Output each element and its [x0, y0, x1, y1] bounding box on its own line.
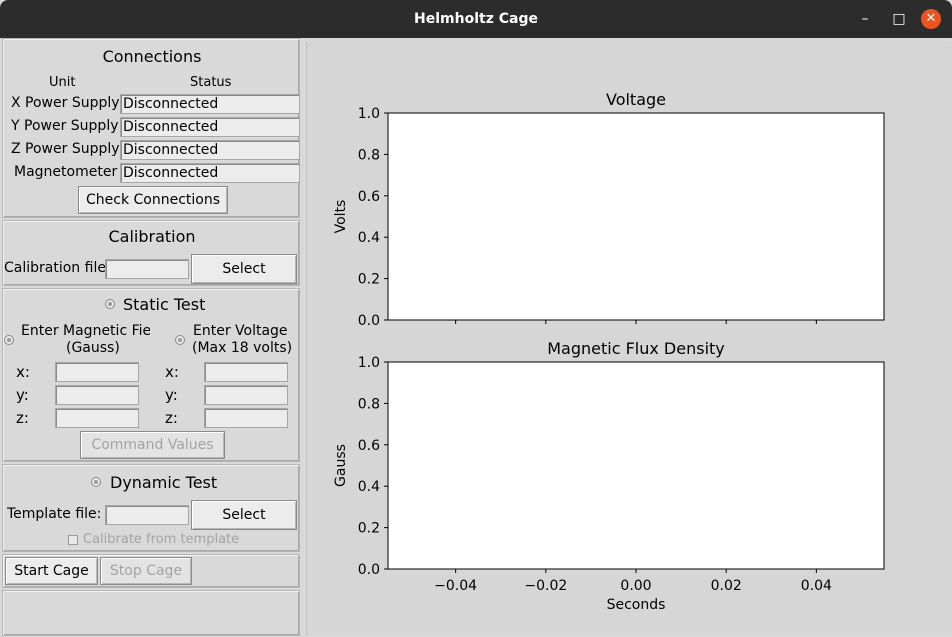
voltage-ytick-label: 0.8: [358, 147, 380, 163]
flux-ytick-label: 0.6: [358, 438, 380, 454]
mag-x-input[interactable]: [55, 362, 139, 382]
voltage-max-label: (Max 18 volts): [192, 340, 293, 356]
static-test-panel: Static Test Enter Magnetic Field (Gauss)…: [2, 288, 300, 462]
flux-ytick-label: 1.0: [358, 355, 380, 371]
voltage-radio[interactable]: [175, 335, 185, 345]
magnetic-field-radio[interactable]: [4, 335, 14, 345]
voltage-ytick-label: 1.0: [358, 106, 380, 122]
unit-label-x-power-supply: X Power Supply: [11, 95, 120, 111]
voltage-plot-area: [387, 112, 885, 321]
window-title: Helmholtz Cage: [414, 11, 538, 27]
calibrate-from-template-checkbox[interactable]: [68, 535, 78, 545]
flux-xtick-label: −0.02: [524, 578, 567, 594]
gauss-unit-label: (Gauss): [66, 340, 120, 356]
static-test-radio[interactable]: [105, 299, 115, 309]
voltage-option-label: Enter Voltage: [193, 323, 288, 339]
empty-status-panel: [2, 590, 300, 636]
calibration-panel: Calibration Calibration file: Select: [2, 220, 300, 286]
flux-xtick-label: 0.04: [801, 578, 832, 594]
magnetic-field-option-label: Enter Magnetic Field: [21, 323, 150, 339]
voltage-ytick-label: 0.4: [358, 230, 380, 246]
stop-cage-button[interactable]: Stop Cage: [100, 557, 192, 585]
voltage-ylabel: Volts: [333, 200, 349, 234]
unit-column-header: Unit: [49, 75, 76, 90]
mag-z-input[interactable]: [55, 408, 139, 428]
flux-xtick-label: 0.02: [711, 578, 742, 594]
main-window: Connections Unit Status X Power Supply D…: [0, 38, 952, 637]
volt-y-label: y:: [165, 386, 178, 404]
voltage-ytick-label: 0.0: [358, 313, 380, 329]
template-file-label: Template file:: [7, 506, 102, 522]
voltage-ytick-label: 0.2: [358, 272, 380, 288]
start-cage-button[interactable]: Start Cage: [5, 557, 98, 585]
cage-panel: Start Cage Stop Cage: [2, 554, 300, 588]
flux-ytick-label: 0.4: [358, 479, 380, 495]
status-column-header: Status: [190, 75, 232, 90]
status-field-z-power-supply: Disconnected: [120, 140, 300, 160]
close-button[interactable]: ✕: [921, 9, 941, 29]
plot-canvas: Voltage 0.0 0.2 0.4 0.6 0.8 1.0 Volts Magnetic F…: [333, 90, 885, 613]
dynamic-test-panel: Dynamic Test Template file: Select Calib…: [2, 464, 300, 552]
connections-panel: Connections Unit Status X Power Supply D…: [2, 38, 300, 218]
template-file-field[interactable]: [105, 505, 189, 525]
voltage-ytick-label: 0.6: [358, 189, 380, 205]
mag-y-input[interactable]: [55, 385, 139, 405]
volt-z-label: z:: [165, 409, 178, 427]
maximize-button[interactable]: □: [889, 9, 909, 29]
calibration-file-field[interactable]: [105, 259, 189, 279]
control-column: Connections Unit Status X Power Supply D…: [0, 38, 304, 637]
connections-title: Connections: [102, 47, 202, 66]
calibration-select-button[interactable]: Select: [191, 254, 297, 284]
volt-z-input[interactable]: [204, 408, 288, 428]
status-field-y-power-supply: Disconnected: [120, 117, 300, 137]
flux-plot-area: [387, 361, 885, 570]
flux-ytick-label: 0.2: [358, 521, 380, 537]
minimize-button[interactable]: –: [855, 9, 875, 29]
title-bar: Helmholtz Cage – □ ✕: [0, 0, 952, 38]
dynamic-test-radio[interactable]: [91, 477, 101, 487]
volt-y-input[interactable]: [204, 385, 288, 405]
flux-xtick-label: 0.00: [620, 578, 651, 594]
unit-label-magnetometer: Magnetometer: [14, 164, 118, 180]
volt-x-input[interactable]: [204, 362, 288, 382]
volt-x-label: x:: [165, 363, 179, 381]
mag-y-label: y:: [16, 386, 29, 404]
voltage-title: Voltage: [606, 90, 666, 109]
status-field-magnetometer: Disconnected: [120, 163, 300, 183]
plot-panel: Voltage 0.0 0.2 0.4 0.6 0.8 1.0 Volts Magnetic F…: [306, 41, 951, 635]
template-select-button[interactable]: Select: [191, 500, 297, 530]
magnetic-field-option-clip: Enter Magnetic Field (Gauss): [18, 323, 150, 359]
flux-ytick-label: 0.0: [358, 562, 380, 578]
flux-xlabel: Seconds: [607, 597, 666, 613]
check-connections-button[interactable]: Check Connections: [78, 186, 228, 214]
static-test-title: Static Test: [123, 295, 206, 314]
mag-x-label: x:: [16, 363, 30, 381]
calibrate-from-template-label: Calibrate from template: [83, 532, 240, 547]
flux-title: Magnetic Flux Density: [547, 339, 725, 358]
unit-label-y-power-supply: Y Power Supply: [11, 118, 119, 134]
status-field-x-power-supply: Disconnected: [120, 94, 300, 114]
flux-ylabel: Gauss: [333, 444, 349, 487]
calibration-title: Calibration: [108, 227, 196, 246]
dynamic-test-title: Dynamic Test: [110, 473, 218, 492]
flux-xtick-label: −0.04: [434, 578, 477, 594]
flux-ytick-label: 0.8: [358, 396, 380, 412]
calibration-file-label: Calibration file:: [4, 260, 111, 276]
command-values-button[interactable]: Command Values: [80, 431, 225, 459]
mag-z-label: z:: [16, 409, 29, 427]
unit-label-z-power-supply: Z Power Supply: [11, 141, 120, 157]
